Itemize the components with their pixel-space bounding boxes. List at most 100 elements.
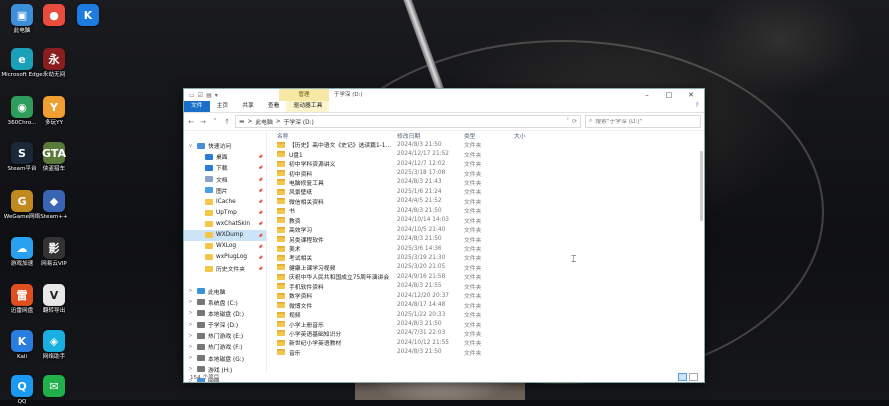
folder-icon[interactable]: ▭	[189, 92, 195, 99]
file-row[interactable]: 健康上课学习视频 2025/3/20 21:05 文件夹	[267, 263, 704, 272]
up-arrow-icon[interactable]: ↑	[223, 118, 231, 126]
file-row[interactable]: 电脑修复工具 2024/8/3 21:43 文件夹	[267, 178, 704, 187]
desktop-icon[interactable]: 影网易云VIP	[34, 237, 74, 268]
nav-item[interactable]: > 于学深 (D:)	[184, 319, 266, 330]
chevron-down-icon[interactable]: ˅	[211, 118, 219, 126]
nav-item[interactable]: v 快速访问	[184, 140, 266, 151]
file-row[interactable]: U盘1 2024/12/17 21:52 文件夹	[267, 149, 704, 159]
nav-item[interactable]: > 本地磁盘 (D:)	[184, 308, 266, 319]
column-date[interactable]: 修改日期	[397, 131, 464, 140]
file-row[interactable]: 庆祝中华人民共和国成立75周年演讲会 2024/9/16 21:58 文件夹	[267, 272, 704, 281]
new-folder-icon[interactable]: ▤	[206, 92, 212, 99]
desktop-icon[interactable]: ◈ 网络助手	[34, 330, 74, 361]
nav-item[interactable]: > 此电脑	[184, 285, 266, 296]
pin-icon[interactable]: 📌	[258, 210, 263, 215]
desktop-icon[interactable]: ◆ Steam++	[34, 190, 74, 221]
chevron-down-icon[interactable]: ▾	[215, 92, 218, 99]
back-arrow-icon[interactable]: ←	[187, 118, 195, 126]
help-icon[interactable]: ?	[690, 101, 704, 112]
file-row[interactable]: 【历史】高中语文《史记》选读篇1-1... 2024/8/3 21:50 文件夹	[267, 140, 704, 149]
pin-icon[interactable]: 📌	[258, 244, 263, 249]
pin-icon[interactable]: 📌	[258, 266, 263, 271]
desktop-icon[interactable]: K	[68, 4, 108, 28]
chevron-icon[interactable]: >	[187, 288, 194, 294]
file-row[interactable]: 音乐 2024/8/3 21:50 文件夹	[267, 348, 704, 357]
pin-icon[interactable]: 📌	[258, 233, 263, 238]
file-row[interactable]: 新世纪小学英语教材 2024/10/12 21:55 文件夹	[267, 338, 704, 347]
scroll-thumb[interactable]	[700, 151, 703, 221]
nav-item[interactable]: > 热门游戏 (F:)	[184, 341, 266, 352]
desktop-icon[interactable]: ✉	[34, 375, 74, 399]
close-icon[interactable]: ✕	[680, 89, 702, 101]
file-row[interactable]: 另类课程软件 2024/8/3 21:50 文件夹	[267, 234, 704, 244]
breadcrumb-this-pc[interactable]: 此电脑	[255, 117, 272, 126]
nav-item[interactable]: WXLog 📌	[184, 241, 266, 252]
manage-context-tab[interactable]: 管理	[279, 89, 329, 101]
file-row[interactable]: 高效学习 2024/10/5 21:40 文件夹	[267, 225, 704, 234]
forward-arrow-icon[interactable]: →	[199, 118, 207, 126]
desktop-icon[interactable]: V 翻转导出	[34, 284, 74, 315]
desktop-icon[interactable]: 永永劫无间	[34, 48, 74, 79]
desktop-icon[interactable]: Y 多玩YY	[34, 96, 74, 127]
desktop-icon[interactable]: GTA 侠盗猎车	[34, 142, 74, 173]
tab-share[interactable]: 共享	[235, 101, 261, 112]
search-box[interactable]: ⌕	[585, 115, 701, 128]
maximize-icon[interactable]: □	[658, 89, 680, 101]
nav-item[interactable]: > 本地磁盘 (G:)	[184, 353, 266, 364]
file-row[interactable]: 初中学科资源讲义 2024/12/7 12:02 文件夹	[267, 159, 704, 168]
nav-item[interactable]: wxChatSkin 📌	[184, 218, 266, 229]
large-icons-view-icon[interactable]	[689, 373, 698, 381]
file-row[interactable]: 数学资料 2024/12/20 20:37 文件夹	[267, 291, 704, 300]
nav-item[interactable]: 桌面 📌	[184, 151, 266, 162]
file-row[interactable]: 手机软件资料 2024/8/3 21:55 文件夹	[267, 282, 704, 291]
vertical-scrollbar[interactable]	[698, 131, 704, 362]
nav-item[interactable]: WXDump 📌	[184, 229, 266, 241]
pin-icon[interactable]: 📌	[258, 221, 263, 226]
nav-item[interactable]: wxPlugLog 📌	[184, 252, 266, 263]
minimize-icon[interactable]: –	[636, 89, 658, 101]
chevron-down-icon[interactable]: ˅	[566, 119, 569, 125]
pin-icon[interactable]: 📌	[258, 154, 263, 159]
check-icon[interactable]: ☑	[198, 92, 203, 99]
tab-drive-tools[interactable]: 驱动器工具	[286, 101, 330, 112]
nav-item[interactable]: UpTmp 📌	[184, 207, 266, 218]
details-view-icon[interactable]	[678, 373, 687, 381]
chevron-icon[interactable]: >	[187, 344, 194, 350]
file-row[interactable]: 小学英语基础知识分 2024/7/31 22:03 文件夹	[267, 329, 704, 338]
column-name[interactable]: 名称	[267, 131, 397, 140]
file-row[interactable]: 微博文件 2024/8/17 14:48 文件夹	[267, 300, 704, 310]
chevron-icon[interactable]: v	[187, 143, 194, 149]
search-input[interactable]	[595, 118, 686, 125]
breadcrumb-current[interactable]: 于学深 (D:)	[284, 117, 314, 126]
pin-icon[interactable]: 📌	[258, 255, 263, 260]
chevron-icon[interactable]: >	[187, 299, 194, 305]
nav-item[interactable]: > 热门游戏 (E:)	[184, 330, 266, 341]
nav-item[interactable]: 历史文件夹 📌	[184, 263, 266, 274]
file-row[interactable]: 美术 2025/3/6 14:36 文件夹	[267, 244, 704, 253]
nav-item[interactable]: 下载 📌	[184, 162, 266, 173]
address-bar[interactable]: ▬ > 此电脑 > 于学深 (D:) ˅ ⟳	[235, 115, 581, 128]
file-row[interactable]: 教资 2024/10/14 14:03 文件夹	[267, 216, 704, 225]
tab-file[interactable]: 文件	[184, 101, 210, 112]
pin-icon[interactable]: 📌	[258, 199, 263, 204]
column-type[interactable]: 类型	[464, 131, 514, 140]
file-row[interactable]: 微信相关资料 2024/4/5 21:52 文件夹	[267, 197, 704, 206]
chevron-icon[interactable]: >	[187, 322, 194, 328]
chevron-icon[interactable]: >	[187, 355, 194, 361]
file-row[interactable]: 视频 2025/1/22 20:33 文件夹	[267, 310, 704, 319]
file-row[interactable]: 考试相关 2025/3/19 21:30 文件夹	[267, 253, 704, 262]
file-row[interactable]: 小学上册音乐 2024/8/3 21:50 文件夹	[267, 319, 704, 329]
tab-home[interactable]: 主页	[210, 101, 236, 112]
pin-icon[interactable]: 📌	[258, 165, 263, 170]
chevron-icon[interactable]: >	[187, 310, 194, 316]
nav-item[interactable]: ICache 📌	[184, 196, 266, 207]
file-row[interactable]: 初中资料 2025/3/18 17:08 文件夹	[267, 168, 704, 178]
nav-item[interactable]: 图片 📌	[184, 185, 266, 196]
refresh-icon[interactable]: ⟳	[572, 119, 577, 125]
chevron-icon[interactable]: >	[187, 333, 194, 339]
nav-item[interactable]: > 系统盘 (C:)	[184, 297, 266, 308]
tab-view[interactable]: 查看	[261, 101, 287, 112]
nav-item[interactable]: 文档 📌	[184, 174, 266, 185]
pin-icon[interactable]: 📌	[258, 177, 263, 182]
file-row[interactable]: 书 2024/8/3 21:50 文件夹	[267, 206, 704, 215]
